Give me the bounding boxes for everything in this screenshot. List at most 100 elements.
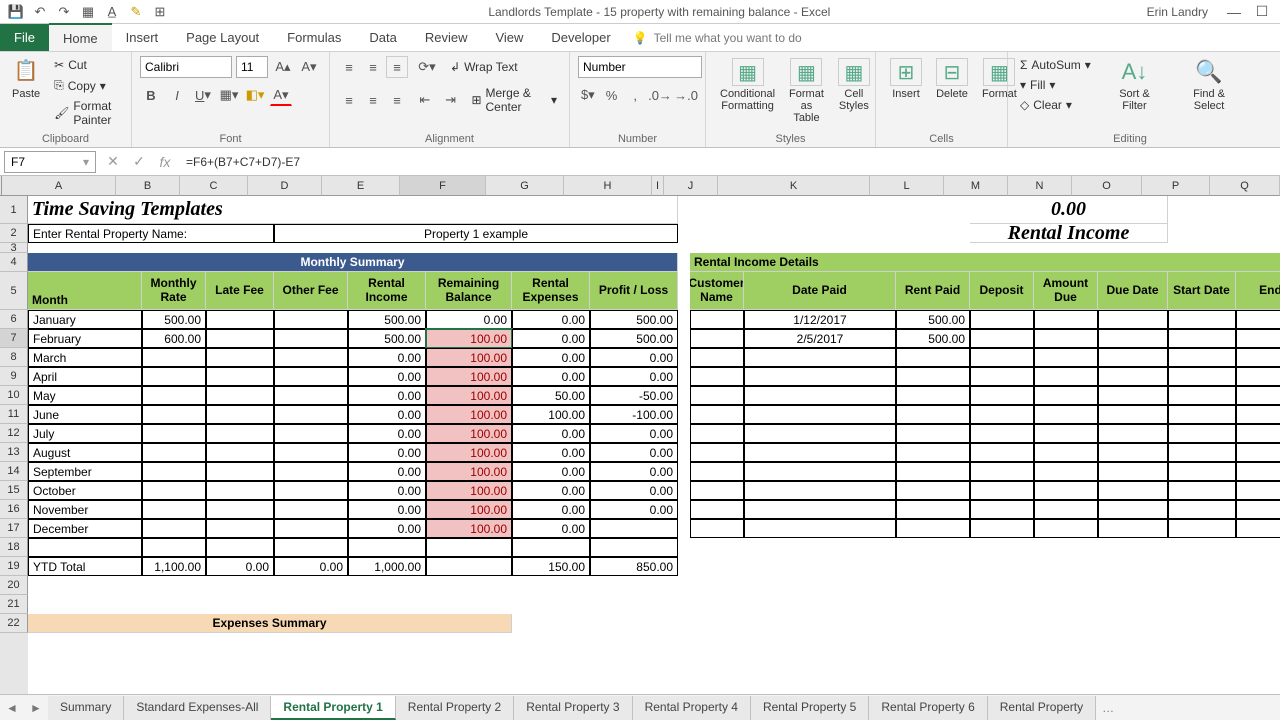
- det-10-9[interactable]: [690, 405, 744, 424]
- insert-cells-button[interactable]: ⊞Insert: [884, 56, 928, 102]
- det-11-15[interactable]: [1168, 424, 1236, 443]
- det-11-14[interactable]: [1098, 424, 1168, 443]
- det-8-13[interactable]: [1034, 367, 1098, 386]
- balance-4[interactable]: 100.00: [426, 386, 512, 405]
- det-10-10[interactable]: [744, 405, 896, 424]
- fill-color-button[interactable]: ◧▾: [244, 84, 266, 106]
- tab-review[interactable]: Review: [411, 24, 482, 51]
- det-13-12[interactable]: [970, 462, 1034, 481]
- month-0[interactable]: January: [28, 310, 142, 329]
- user-name[interactable]: Erin Landry: [1147, 5, 1208, 19]
- tab-view[interactable]: View: [481, 24, 537, 51]
- det-15-10[interactable]: [744, 500, 896, 519]
- det-12-10[interactable]: [744, 443, 896, 462]
- balance-7[interactable]: 100.00: [426, 443, 512, 462]
- paste-icon[interactable]: 📋: [12, 56, 40, 84]
- bold-button[interactable]: B: [140, 84, 162, 106]
- col-header-D[interactable]: D: [248, 176, 322, 196]
- month-10[interactable]: November: [28, 500, 142, 519]
- sheet-tab-3[interactable]: Rental Property 2: [396, 696, 514, 720]
- ytd-other[interactable]: 0.00: [274, 557, 348, 576]
- rate-9[interactable]: [142, 481, 206, 500]
- col-header-L[interactable]: L: [870, 176, 944, 196]
- income-3[interactable]: 0.00: [348, 367, 426, 386]
- other-11[interactable]: [274, 519, 348, 538]
- det-5-13[interactable]: [1034, 310, 1098, 329]
- expense-10[interactable]: 0.00: [512, 500, 590, 519]
- late-2[interactable]: [206, 348, 274, 367]
- rate-10[interactable]: [142, 500, 206, 519]
- det-8-11[interactable]: [896, 367, 970, 386]
- income-9[interactable]: 0.00: [348, 481, 426, 500]
- col2-header-1[interactable]: Date Paid: [744, 272, 896, 310]
- det-16-14[interactable]: [1098, 519, 1168, 538]
- col-header-G[interactable]: G: [486, 176, 564, 196]
- balance-11[interactable]: 100.00: [426, 519, 512, 538]
- row-header-19[interactable]: 19: [0, 557, 28, 576]
- qa-icon-4[interactable]: ⊞: [148, 2, 172, 22]
- det-10-11[interactable]: [896, 405, 970, 424]
- expense-9[interactable]: 0.00: [512, 481, 590, 500]
- month-1[interactable]: February: [28, 329, 142, 348]
- number-format-select[interactable]: [578, 56, 702, 78]
- det-6-14[interactable]: [1098, 329, 1168, 348]
- align-left-icon[interactable]: ≡: [338, 89, 360, 111]
- det-8-9[interactable]: [690, 367, 744, 386]
- italic-button[interactable]: I: [166, 84, 188, 106]
- row-header-14[interactable]: 14: [0, 462, 28, 481]
- font-size-select[interactable]: [236, 56, 268, 78]
- month-9[interactable]: October: [28, 481, 142, 500]
- cell-styles-button[interactable]: ▦Cell Styles: [832, 56, 876, 126]
- late-5[interactable]: [206, 405, 274, 424]
- row-header-17[interactable]: 17: [0, 519, 28, 538]
- expense-0[interactable]: 0.00: [512, 310, 590, 329]
- det-16-13[interactable]: [1034, 519, 1098, 538]
- det-13-9[interactable]: [690, 462, 744, 481]
- col2-header-7[interactable]: End: [1236, 272, 1280, 310]
- col-header-other-fee[interactable]: Other Fee: [274, 272, 348, 310]
- expense-1[interactable]: 0.00: [512, 329, 590, 348]
- month-7[interactable]: August: [28, 443, 142, 462]
- row-header-10[interactable]: 10: [0, 386, 28, 405]
- empty-18-4[interactable]: [348, 538, 426, 557]
- worksheet-grid[interactable]: Time Saving Templates0.00Enter Rental Pr…: [28, 196, 1280, 694]
- det-12-14[interactable]: [1098, 443, 1168, 462]
- late-4[interactable]: [206, 386, 274, 405]
- empty-18-2[interactable]: [206, 538, 274, 557]
- sheet-tab-6[interactable]: Rental Property 5: [751, 696, 869, 720]
- row-header-9[interactable]: 9: [0, 367, 28, 386]
- copy-button[interactable]: ⎘Copy▾: [50, 76, 123, 95]
- indent-dec-icon[interactable]: ⇤: [416, 89, 434, 111]
- autosum-button[interactable]: ΣAutoSum▾: [1016, 56, 1095, 74]
- empty-18-3[interactable]: [274, 538, 348, 557]
- merge-button[interactable]: ⊞Merge & Center▾: [467, 84, 561, 116]
- wrap-text-button[interactable]: ↲Wrap Text: [446, 58, 522, 76]
- other-1[interactable]: [274, 329, 348, 348]
- qa-icon-3[interactable]: ✎: [124, 2, 148, 22]
- row-header-15[interactable]: 15: [0, 481, 28, 500]
- det-11-9[interactable]: [690, 424, 744, 443]
- col-header-J[interactable]: J: [664, 176, 718, 196]
- col-header-F[interactable]: F: [400, 176, 486, 196]
- det-6-16[interactable]: [1236, 329, 1280, 348]
- det-9-10[interactable]: [744, 386, 896, 405]
- det-16-15[interactable]: [1168, 519, 1236, 538]
- font-color-button[interactable]: A▾: [270, 84, 292, 106]
- rental-income-label[interactable]: Rental Income: [970, 224, 1168, 243]
- property-label[interactable]: Enter Rental Property Name:: [28, 224, 274, 243]
- det-14-16[interactable]: [1236, 481, 1280, 500]
- late-8[interactable]: [206, 462, 274, 481]
- grow-font-icon[interactable]: A▴: [272, 56, 294, 78]
- pl-3[interactable]: 0.00: [590, 367, 678, 386]
- format-table-button[interactable]: ▦Format as Table: [783, 56, 830, 126]
- det-16-10[interactable]: [744, 519, 896, 538]
- percent-icon[interactable]: %: [602, 84, 622, 106]
- det-paid-0[interactable]: 500.00: [896, 310, 970, 329]
- det-5-12[interactable]: [970, 310, 1034, 329]
- qa-icon-1[interactable]: ▦: [76, 2, 100, 22]
- det-date-0[interactable]: 1/12/2017: [744, 310, 896, 329]
- comma-icon[interactable]: ,: [625, 84, 645, 106]
- pl-4[interactable]: -50.00: [590, 386, 678, 405]
- det-14-14[interactable]: [1098, 481, 1168, 500]
- cut-button[interactable]: ✂Cut: [50, 56, 123, 74]
